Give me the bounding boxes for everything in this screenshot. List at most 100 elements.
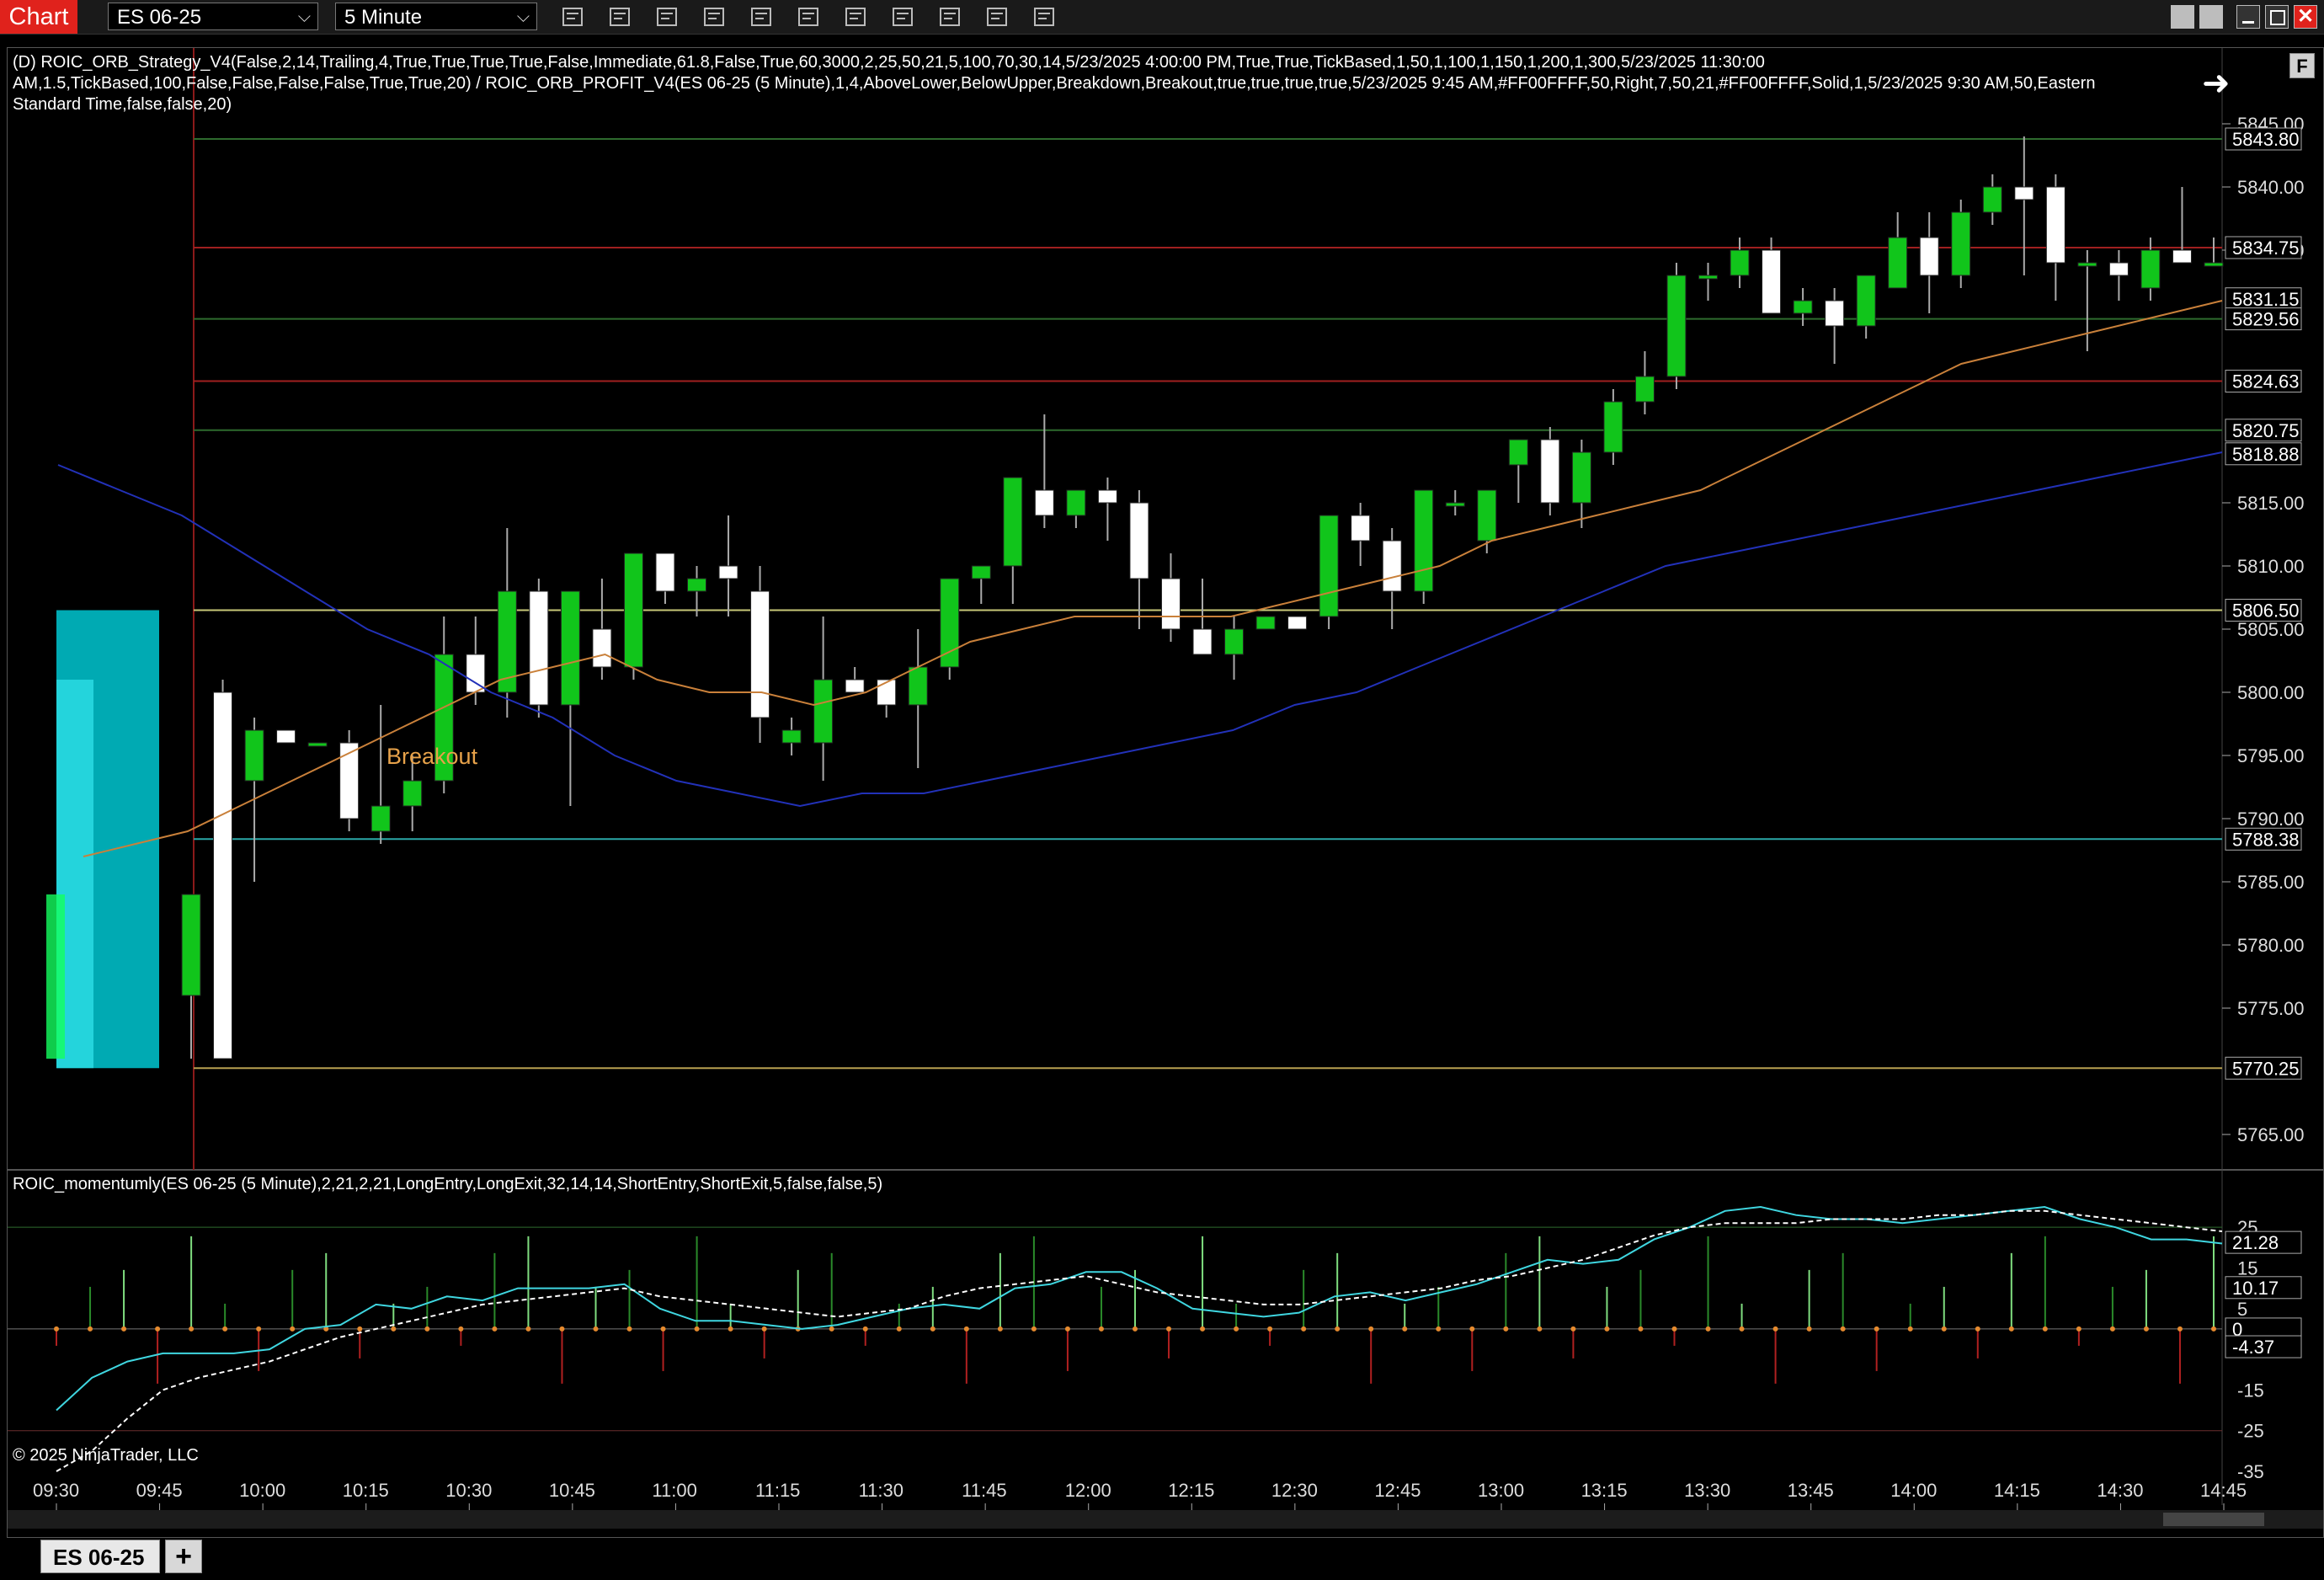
- osc-zero-dot: [997, 1326, 1003, 1332]
- cascade-window-icon[interactable]: [2199, 5, 2223, 29]
- candle-body: [1382, 540, 1402, 592]
- osc-zero-dot: [1368, 1326, 1374, 1332]
- osc-zero-dot: [1064, 1326, 1070, 1332]
- candle-body: [1414, 489, 1434, 592]
- osc-zero-dot: [1941, 1326, 1947, 1332]
- osc-tick-label: -35: [2237, 1461, 2264, 1482]
- osc-zero-dot: [829, 1326, 834, 1332]
- candle-body: [1319, 515, 1339, 617]
- osc-zero-dot: [458, 1326, 464, 1332]
- x-tick-label: 11:30: [859, 1480, 903, 1501]
- candle-body: [1634, 376, 1655, 403]
- candle-body: [2172, 249, 2192, 264]
- osc-zero-dot: [862, 1326, 868, 1332]
- osc-zero-dot: [1537, 1326, 1543, 1332]
- maximize-icon[interactable]: [2265, 5, 2289, 29]
- osc-zero-dot: [256, 1326, 262, 1332]
- tab-es-06-25[interactable]: ES 06-25: [40, 1540, 160, 1573]
- osc-zero-dot: [1098, 1326, 1104, 1332]
- candle-body: [2140, 249, 2161, 289]
- osc-zero-dot: [1604, 1326, 1610, 1332]
- osc-zero-dot: [424, 1326, 430, 1332]
- osc-value-label: 10.17: [2232, 1278, 2279, 1299]
- candle-body: [1034, 489, 1054, 516]
- f-button[interactable]: F: [2289, 53, 2315, 78]
- properties-icon[interactable]: [842, 3, 869, 30]
- indicators-icon[interactable]: [889, 3, 916, 30]
- instrument-selector[interactable]: ES 06-25 ⌵: [108, 3, 318, 30]
- osc-zero-dot: [2177, 1326, 2183, 1332]
- osc-zero-dot: [1739, 1326, 1745, 1332]
- osc-zero-dot: [88, 1326, 93, 1332]
- candle-body: [276, 729, 296, 744]
- osc-zero-dot: [559, 1326, 565, 1332]
- candle-body: [1003, 477, 1023, 567]
- osc-value-label: -4.37: [2232, 1337, 2274, 1358]
- osc-zero-dot: [1806, 1326, 1812, 1332]
- osc-zero-dot: [1671, 1326, 1677, 1332]
- candle-body: [1445, 502, 1465, 507]
- osc-zero-dot: [1166, 1326, 1172, 1332]
- y-tick-label: 5775.00: [2237, 998, 2305, 1019]
- strategies-icon[interactable]: [936, 3, 963, 30]
- instrument-value: ES 06-25: [117, 6, 202, 29]
- osc-zero-dot: [1638, 1326, 1644, 1332]
- breakout-annotation: Breakout: [386, 744, 478, 769]
- osc-zero-dot: [1907, 1326, 1913, 1332]
- chart-panel[interactable]: 5845.005840.005835.005815.005810.005805.…: [7, 47, 2324, 1538]
- templates-icon[interactable]: [983, 3, 1010, 30]
- osc-zero-dot: [963, 1326, 969, 1332]
- candle-body: [560, 590, 580, 706]
- chevron-down-icon: ⌵: [297, 8, 311, 26]
- osc-zero-dot: [1705, 1326, 1711, 1332]
- menu-list-icon[interactable]: [1031, 3, 1058, 30]
- candle-body: [1666, 275, 1687, 377]
- close-icon[interactable]: ✕: [2294, 5, 2317, 29]
- x-tick-label: 10:45: [549, 1480, 595, 1501]
- x-tick-label: 12:15: [1168, 1480, 1214, 1501]
- strategy-text-line-2: AM,1.5,TickBased,100,False,False,False,F…: [13, 74, 2096, 93]
- candle-body: [1730, 249, 1750, 276]
- window-title: Chart: [0, 0, 77, 34]
- candle-body: [687, 578, 706, 592]
- pointer-icon[interactable]: [748, 3, 775, 30]
- add-tab-button[interactable]: +: [165, 1540, 202, 1573]
- bar-type-icon[interactable]: [559, 3, 586, 30]
- arrow-right-icon[interactable]: ➜: [2202, 67, 2231, 100]
- candle-body: [2204, 262, 2224, 267]
- tile-window-icon[interactable]: [2171, 5, 2194, 29]
- osc-zero-dot: [54, 1326, 59, 1332]
- chart-canvas[interactable]: 5845.005840.005835.005815.005810.005805.…: [8, 48, 2323, 1537]
- zoom-out-icon[interactable]: [701, 3, 728, 30]
- minimize-icon[interactable]: [2236, 5, 2260, 29]
- osc-zero-dot: [1469, 1326, 1475, 1332]
- candle-body: [1129, 502, 1149, 579]
- candle-body: [181, 894, 201, 996]
- candle-body: [1477, 489, 1497, 542]
- osc-zero-dot: [1267, 1326, 1273, 1332]
- candle-body: [2077, 262, 2097, 267]
- zoom-in-icon[interactable]: [653, 3, 680, 30]
- osc-tick-label: -25: [2237, 1421, 2264, 1442]
- osc-zero-dot: [189, 1326, 195, 1332]
- y-tick-label: 5815.00: [2237, 493, 2305, 514]
- draw-pencil-icon[interactable]: [606, 3, 633, 30]
- candle-body: [592, 628, 612, 668]
- data-box-icon[interactable]: [795, 3, 822, 30]
- y-tick-label: 5780.00: [2237, 935, 2305, 956]
- interval-selector[interactable]: 5 Minute ⌵: [335, 3, 537, 30]
- candle-body: [1762, 249, 1782, 314]
- y-tick-label: 5765.00: [2237, 1124, 2305, 1145]
- osc-zero-dot: [492, 1326, 498, 1332]
- x-tick-label: 12:45: [1374, 1480, 1421, 1501]
- indicator-text: ROIC_momentumly(ES 06-25 (5 Minute),2,21…: [13, 1175, 883, 1193]
- osc-zero-dot: [1436, 1326, 1442, 1332]
- osc-zero-dot: [391, 1326, 397, 1332]
- candle-body: [213, 691, 233, 1060]
- osc-zero-dot: [1772, 1326, 1778, 1332]
- y-tick-label: 5800.00: [2237, 682, 2305, 703]
- osc-zero-dot: [1874, 1326, 1879, 1332]
- candle-body: [2014, 186, 2034, 200]
- candle-body: [370, 805, 391, 832]
- osc-zero-dot: [2109, 1326, 2115, 1332]
